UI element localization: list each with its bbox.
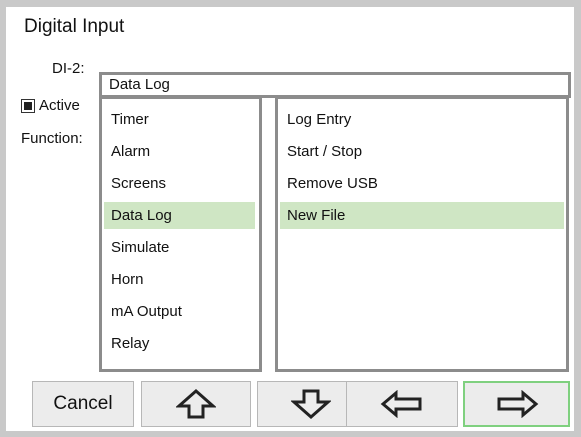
function-category-list: Timer Alarm Screens Data Log Simulate Ho…	[99, 96, 262, 372]
frame-border-left	[0, 0, 6, 437]
left-button[interactable]	[346, 381, 458, 427]
category-item-simulate[interactable]: Simulate	[104, 234, 255, 261]
category-item-alarm[interactable]: Alarm	[104, 138, 255, 165]
active-checkbox-row[interactable]: Active	[21, 97, 80, 114]
function-dialog: Data Log Timer Alarm Screens Data Log Si…	[99, 66, 571, 373]
category-item-timer[interactable]: Timer	[104, 106, 255, 133]
right-button[interactable]	[463, 381, 570, 427]
category-item-horn[interactable]: Horn	[104, 266, 255, 293]
active-label: Active	[39, 97, 80, 114]
navigation-toolbar: Cancel	[10, 381, 570, 429]
option-item-new-file[interactable]: New File	[280, 202, 564, 229]
category-item-ma-output[interactable]: mA Output	[104, 298, 255, 325]
function-label: Function:	[21, 130, 83, 147]
option-item-remove-usb[interactable]: Remove USB	[280, 170, 564, 197]
arrow-down-icon	[290, 389, 331, 419]
arrow-right-icon	[495, 390, 539, 418]
option-item-log-entry[interactable]: Log Entry	[280, 106, 564, 133]
active-checkbox[interactable]	[21, 98, 35, 113]
page-title: Digital Input	[24, 16, 125, 37]
frame-border-top	[0, 0, 581, 7]
frame-border-right	[574, 0, 581, 437]
category-item-relay[interactable]: Relay	[104, 330, 255, 357]
option-item-start-stop[interactable]: Start / Stop	[280, 138, 564, 165]
up-button[interactable]	[141, 381, 251, 427]
checkbox-checked-mark	[24, 101, 32, 110]
dialog-title: Data Log	[109, 76, 170, 93]
category-item-screens[interactable]: Screens	[104, 170, 255, 197]
arrow-left-icon	[380, 390, 424, 418]
function-option-list: Log Entry Start / Stop Remove USB New Fi…	[275, 96, 569, 372]
frame-border-bottom	[0, 431, 581, 437]
dialog-title-bar: Data Log	[99, 72, 571, 98]
arrow-up-icon	[176, 389, 216, 419]
category-item-data-log[interactable]: Data Log	[104, 202, 255, 229]
cancel-button[interactable]: Cancel	[32, 381, 134, 427]
input-label: DI-2:	[52, 60, 85, 77]
